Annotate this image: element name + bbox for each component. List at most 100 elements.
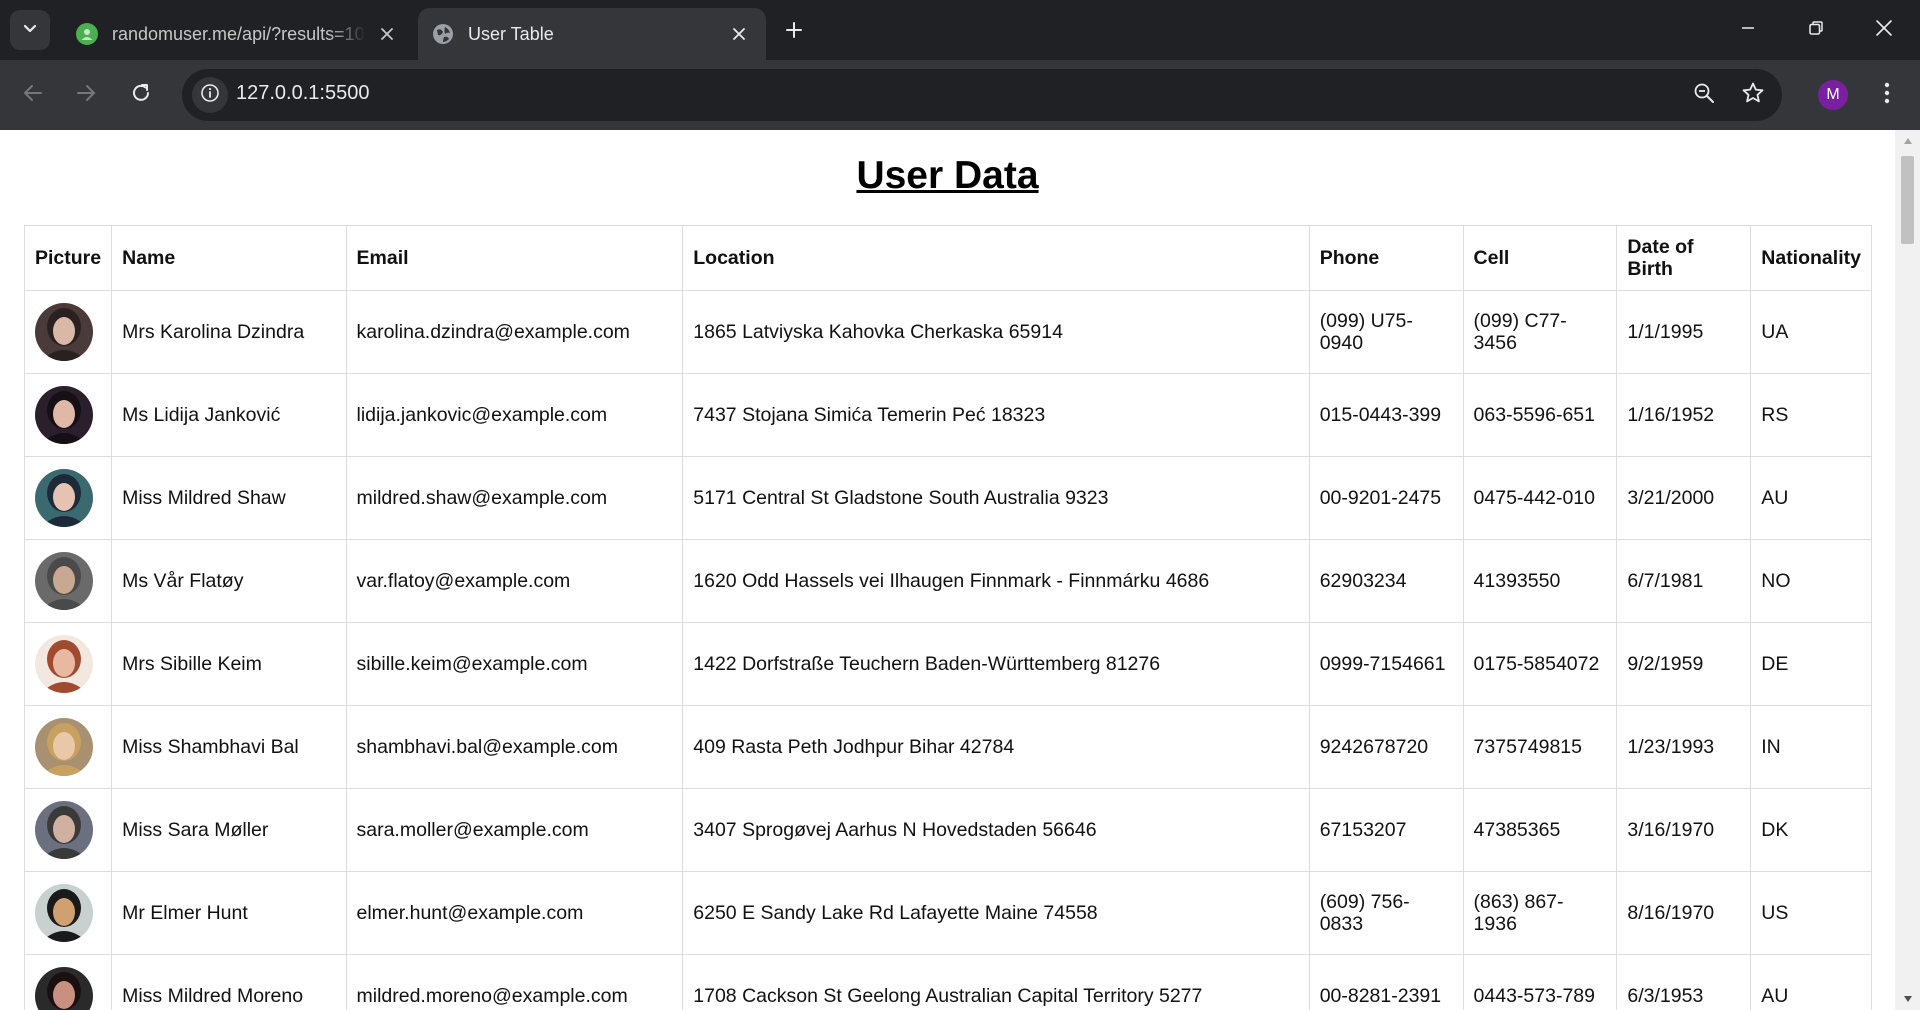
browser-window: randomuser.me/api/?results=10 User Table (0, 0, 1920, 1010)
tab-strip: randomuser.me/api/?results=10 User Table (0, 0, 1920, 60)
cell-phone-cell: 0175-5854072 (1462, 622, 1618, 706)
scroll-thumb[interactable] (1901, 156, 1914, 244)
header-picture: Picture (23, 225, 113, 291)
name-cell: Mrs Sibille Keim (111, 622, 347, 706)
close-tab-icon[interactable] (726, 21, 752, 47)
name-cell: Mr Elmer Hunt (111, 871, 347, 955)
cell-phone-cell: 0443-573-789 (1462, 954, 1618, 1010)
close-tab-icon[interactable] (374, 21, 400, 47)
table-row: Ms Vår Flatøy var.flatoy@example.com 1620 … (23, 539, 1872, 623)
back-button[interactable] (13, 75, 53, 115)
zoom-out-icon (1693, 82, 1715, 109)
picture-cell (23, 622, 113, 706)
location-cell: 409 Rasta Peth Jodhpur Bihar 42784 (682, 705, 1310, 789)
email-cell: sara.moller@example.com (345, 788, 684, 872)
user-photo (35, 967, 93, 1010)
cell-phone-cell: 063-5596-651 (1462, 373, 1618, 457)
table-row: Mrs Karolina Dzindra karolina.dzindra@exa… (23, 290, 1872, 374)
forward-button[interactable] (66, 75, 106, 115)
minimize-button[interactable] (1726, 8, 1770, 52)
vertical-scrollbar[interactable] (1895, 130, 1920, 1010)
header-nationality: Nationality (1750, 225, 1872, 291)
tab-title: randomuser.me/api/?results=10 (112, 23, 365, 44)
location-cell: 7437 Stojana Simića Temerin Peć 18323 (682, 373, 1310, 457)
nationality-cell: AU (1750, 954, 1872, 1010)
triangle-down-icon (1903, 990, 1913, 1008)
user-photo (35, 303, 93, 361)
cell-phone-cell: 47385365 (1462, 788, 1618, 872)
tab-search-button[interactable] (10, 10, 50, 50)
tab-user-table[interactable]: User Table (418, 8, 766, 60)
picture-cell (23, 954, 113, 1010)
date-of-birth-cell: 6/7/1981 (1616, 539, 1752, 623)
tab-randomuser[interactable]: randomuser.me/api/?results=10 (62, 8, 414, 60)
picture-cell (23, 788, 113, 872)
picture-cell (23, 871, 113, 955)
tab-title: User Table (468, 23, 554, 44)
zoom-button[interactable] (1688, 79, 1720, 111)
picture-cell (23, 290, 113, 374)
date-of-birth-cell: 3/21/2000 (1616, 456, 1752, 540)
scroll-up-button[interactable] (1895, 130, 1920, 152)
date-of-birth-cell: 1/1/1995 (1616, 290, 1752, 374)
url-text[interactable]: 127.0.0.1:5500 (236, 82, 369, 105)
profile-avatar[interactable]: M (1818, 80, 1848, 110)
table-row: Mr Elmer Hunt elmer.hunt@example.com 6250 … (23, 871, 1872, 955)
date-of-birth-cell: 1/23/1993 (1616, 705, 1752, 789)
triangle-up-icon (1903, 132, 1913, 150)
location-cell: 6250 E Sandy Lake Rd Lafayette Maine 745… (682, 871, 1310, 955)
user-photo (35, 635, 93, 693)
date-of-birth-cell: 1/16/1952 (1616, 373, 1752, 457)
phone-cell: 67153207 (1308, 788, 1464, 872)
table-row: Mrs Sibille Keim sibille.keim@example.com… (23, 622, 1872, 706)
header-cell: Cell (1462, 225, 1618, 291)
user-photo (35, 469, 93, 527)
browser-menu-button[interactable] (1870, 75, 1904, 115)
reload-button[interactable] (121, 75, 161, 115)
name-cell: Ms Lidija Janković (111, 373, 347, 457)
email-cell: karolina.dzindra@example.com (345, 290, 684, 374)
new-tab-button[interactable] (776, 14, 812, 50)
cell-phone-cell: (863) 867-1936 (1462, 871, 1618, 955)
cell-phone-cell: 7375749815 (1462, 705, 1618, 789)
scroll-down-button[interactable] (1895, 988, 1920, 1010)
picture-cell (23, 539, 113, 623)
minimize-icon (1740, 20, 1756, 41)
nationality-cell: RS (1750, 373, 1872, 457)
cell-phone-cell: (099) C77-3456 (1462, 290, 1618, 374)
arrow-right-icon (75, 82, 97, 109)
more-vertical-icon (1884, 82, 1890, 109)
header-phone: Phone (1308, 225, 1464, 291)
user-photo (35, 801, 93, 859)
table-row: Miss Sara Møller sara.moller@example.com 3… (23, 788, 1872, 872)
restore-button[interactable] (1794, 8, 1838, 52)
nationality-cell: US (1750, 871, 1872, 955)
name-cell: Miss Mildred Moreno (111, 954, 347, 1010)
close-window-button[interactable] (1862, 8, 1906, 52)
phone-cell: (099) U75-0940 (1308, 290, 1464, 374)
header-name: Name (111, 225, 347, 291)
chevron-down-icon (22, 20, 38, 41)
table-row: Miss Mildred Shaw mildred.shaw@example.co… (23, 456, 1872, 540)
user-photo (35, 386, 93, 444)
location-cell: 5171 Central St Gladstone South Australi… (682, 456, 1310, 540)
email-cell: mildred.shaw@example.com (345, 456, 684, 540)
header-email: Email (345, 225, 684, 291)
location-cell: 1422 Dorfstraße Teuchern Baden-Württembe… (682, 622, 1310, 706)
globe-icon (432, 23, 454, 45)
bookmark-button[interactable] (1737, 79, 1769, 111)
address-bar[interactable]: 127.0.0.1:5500 (182, 69, 1782, 121)
phone-cell: 015-0443-399 (1308, 373, 1464, 457)
date-of-birth-cell: 6/3/1953 (1616, 954, 1752, 1010)
randomuser-favicon-icon (76, 23, 98, 45)
browser-toolbar: 127.0.0.1:5500 M (0, 60, 1920, 130)
nationality-cell: DK (1750, 788, 1872, 872)
location-cell: 1708 Cackson St Geelong Australian Capit… (682, 954, 1310, 1010)
page-title: User Data (856, 154, 1039, 197)
picture-cell (23, 373, 113, 457)
site-info-button[interactable] (192, 77, 228, 113)
phone-cell: (609) 756-0833 (1308, 871, 1464, 955)
date-of-birth-cell: 3/16/1970 (1616, 788, 1752, 872)
table-header-row: Picture Name Email Location Phone Cell D… (23, 225, 1872, 291)
user-photo (35, 552, 93, 610)
